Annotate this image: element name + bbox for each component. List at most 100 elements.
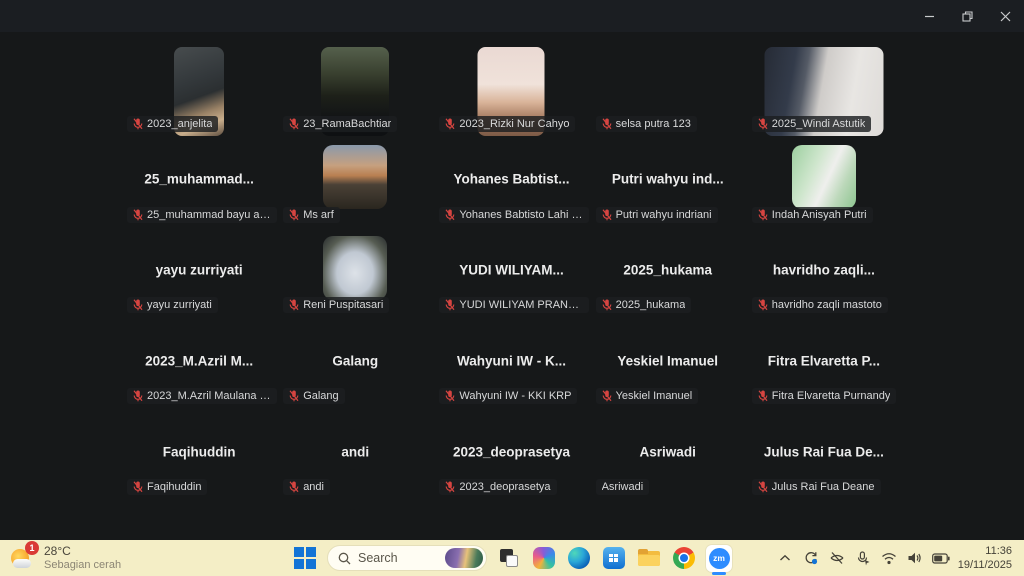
participant-tile[interactable]: Ms arf xyxy=(277,137,433,228)
muted-mic-icon xyxy=(758,481,768,493)
participant-tile[interactable]: 2023_M.Azril M... 2023_M.Azril Maulana R… xyxy=(121,318,277,409)
participant-tile[interactable]: Yohanes Babtist... Yohanes Babtisto Lahi… xyxy=(433,137,589,228)
participant-name-label: Galang xyxy=(283,388,344,404)
copilot-button[interactable] xyxy=(531,545,557,571)
chrome-button[interactable] xyxy=(671,545,697,571)
weather-widget[interactable]: 1 28°C Sebagian cerah xyxy=(0,544,121,573)
sync-icon[interactable] xyxy=(802,548,820,568)
participant-display-name: 25_muhammad... xyxy=(125,172,273,187)
participant-tile[interactable]: YUDI WILIYAM... YUDI WILIYAM PRANATA xyxy=(433,228,589,319)
participant-label-text: Fitra Elvaretta Purnandy xyxy=(772,390,891,402)
muted-mic-icon xyxy=(133,481,143,493)
minimize-button[interactable] xyxy=(910,0,948,32)
participant-display-name: YUDI WILIYAM... xyxy=(437,263,585,278)
participant-label-text: Yohanes Babtisto Lahi (Angkat... xyxy=(459,209,583,221)
participant-name-label: Yohanes Babtisto Lahi (Angkat... xyxy=(439,207,589,223)
participant-tile[interactable]: 2023_anjelita xyxy=(121,46,277,137)
avatar xyxy=(323,236,387,300)
participant-label-text: andi xyxy=(303,481,324,493)
participant-display-name: yayu zurriyati xyxy=(125,263,273,278)
participant-tile[interactable]: 2025_hukama 2025_hukama xyxy=(590,228,746,319)
task-view-button[interactable] xyxy=(496,545,522,571)
participant-name-label: Fitra Elvaretta Purnandy xyxy=(752,388,897,404)
participant-label-text: 2023_M.Azril Maulana Ramad... xyxy=(147,390,271,402)
participant-label-text: selsa putra 123 xyxy=(616,118,691,130)
participant-display-name: andi xyxy=(281,444,429,459)
participant-label-text: Reni Puspitasari xyxy=(303,299,383,311)
participant-label-text: 2025_hukama xyxy=(616,299,686,311)
participant-name-label: yayu zurriyati xyxy=(127,297,218,313)
participant-label-text: 2025_Windi Astutik xyxy=(772,118,866,130)
eye-off-icon[interactable] xyxy=(828,548,846,568)
participant-label-text: 23_RamaBachtiar xyxy=(303,118,391,130)
meeting-canvas: 2023_anjelita 23_RamaBachtiar 2023_Rizki… xyxy=(0,32,1024,540)
search-icon xyxy=(338,552,351,565)
copilot-icon xyxy=(533,547,555,569)
participant-tile[interactable]: 2023_Rizki Nur Cahyo xyxy=(433,46,589,137)
participant-tile[interactable]: Galang Galang xyxy=(277,318,433,409)
participant-tile[interactable]: havridho zaqli... havridho zaqli mastoto xyxy=(746,228,902,319)
participant-display-name: Fitra Elvaretta P... xyxy=(750,354,898,369)
participant-tile[interactable]: Reni Puspitasari xyxy=(277,228,433,319)
participant-label-text: havridho zaqli mastoto xyxy=(772,299,882,311)
participant-tile[interactable]: 2023_deoprasetya 2023_deoprasetya xyxy=(433,409,589,500)
participant-display-name: Faqihuddin xyxy=(125,444,273,459)
participant-tile[interactable]: Faqihuddin Faqihuddin xyxy=(121,409,277,500)
participant-label-text: Asriwadi xyxy=(602,481,644,493)
file-explorer-button[interactable] xyxy=(636,545,662,571)
clock-time: 11:36 xyxy=(958,544,1012,558)
minimize-icon xyxy=(924,11,935,22)
muted-mic-icon xyxy=(133,299,143,311)
participant-tile[interactable]: selsa putra 123 xyxy=(590,46,746,137)
weather-icon: 1 xyxy=(10,545,37,572)
windows-logo-icon xyxy=(293,546,317,570)
clock[interactable]: 11:36 19/11/2025 xyxy=(958,544,1012,573)
participant-tile[interactable]: Fitra Elvaretta P... Fitra Elvaretta Pur… xyxy=(746,318,902,409)
participant-tile[interactable]: 2025_Windi Astutik xyxy=(746,46,902,137)
volume-icon[interactable] xyxy=(906,548,924,568)
participant-display-name: Asriwadi xyxy=(594,444,742,459)
battery-icon[interactable] xyxy=(932,548,950,568)
muted-mic-icon xyxy=(602,209,612,221)
muted-mic-icon xyxy=(445,481,455,493)
participant-tile[interactable]: Yeskiel Imanuel Yeskiel Imanuel xyxy=(590,318,746,409)
participant-name-label: 2023_Rizki Nur Cahyo xyxy=(439,116,575,132)
participant-display-name: Julus Rai Fua De... xyxy=(750,444,898,459)
participant-tile[interactable]: 23_RamaBachtiar xyxy=(277,46,433,137)
participant-tile[interactable]: Wahyuni IW - K... Wahyuni IW - KKI KRP xyxy=(433,318,589,409)
participant-name-label: 2023_anjelita xyxy=(127,116,218,132)
close-icon xyxy=(1000,11,1011,22)
participant-tile[interactable]: Asriwadi Asriwadi xyxy=(590,409,746,500)
microsoft-store-button[interactable] xyxy=(601,545,627,571)
participant-tile[interactable]: Indah Anisyah Putri xyxy=(746,137,902,228)
weather-text: 28°C Sebagian cerah xyxy=(44,544,121,573)
participant-tile[interactable]: 25_muhammad... 25_muhammad bayu al amin xyxy=(121,137,277,228)
taskbar-center: Search zm xyxy=(292,540,732,576)
search-box[interactable]: Search xyxy=(327,545,487,571)
muted-mic-icon xyxy=(602,390,612,402)
close-button[interactable] xyxy=(986,0,1024,32)
avatar xyxy=(792,145,856,209)
restore-button[interactable] xyxy=(948,0,986,32)
mic-access-icon[interactable] xyxy=(854,548,872,568)
participant-tile[interactable]: Julus Rai Fua De... Julus Rai Fua Deane xyxy=(746,409,902,500)
participant-label-text: 2023_deoprasetya xyxy=(459,481,550,493)
participant-name-label: Asriwadi xyxy=(596,479,650,495)
zoom-app-button[interactable]: zm xyxy=(706,545,732,571)
participant-name-label: Wahyuni IW - KKI KRP xyxy=(439,388,577,404)
participant-display-name: 2025_hukama xyxy=(594,263,742,278)
muted-mic-icon xyxy=(445,390,455,402)
tray-chevron-up-icon[interactable] xyxy=(776,548,794,568)
participant-name-label: Putri wahyu indriani xyxy=(596,207,718,223)
participant-tile[interactable]: yayu zurriyati yayu zurriyati xyxy=(121,228,277,319)
participant-tile[interactable]: andi andi xyxy=(277,409,433,500)
start-button[interactable] xyxy=(292,545,318,571)
chrome-icon xyxy=(673,547,695,569)
muted-mic-icon xyxy=(758,299,768,311)
participant-tile[interactable]: Putri wahyu ind... Putri wahyu indriani xyxy=(590,137,746,228)
search-placeholder: Search xyxy=(358,551,438,565)
participant-label-text: Faqihuddin xyxy=(147,481,201,493)
edge-button[interactable] xyxy=(566,545,592,571)
participant-display-name: Galang xyxy=(281,354,429,369)
wifi-icon[interactable] xyxy=(880,548,898,568)
